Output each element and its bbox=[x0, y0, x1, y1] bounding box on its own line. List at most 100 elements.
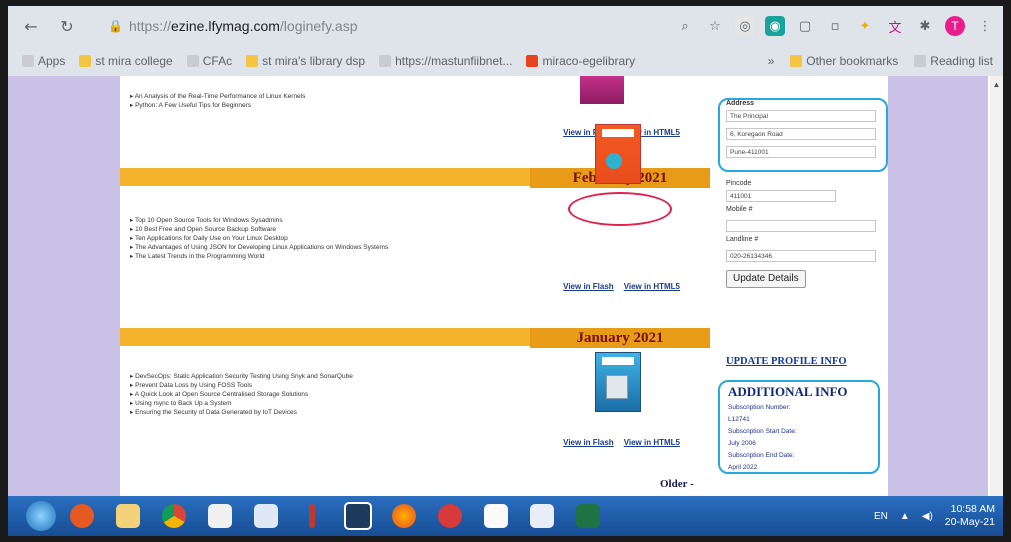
bookmark-label: Apps bbox=[38, 54, 66, 68]
bookmark-item[interactable]: miraco-egelibrary bbox=[526, 54, 635, 68]
volume-icon[interactable]: ◀) bbox=[922, 511, 933, 522]
article-link[interactable]: Ten Applications for Daily Use on Your L… bbox=[130, 234, 388, 243]
view-in-html5-link[interactable]: View in HTML5 bbox=[624, 438, 680, 447]
article-link[interactable]: 10 Best Free and Open Source Backup Soft… bbox=[130, 225, 388, 234]
additional-info-title: ADDITIONAL INFO bbox=[728, 384, 848, 399]
article-link[interactable]: The Latest Trends in the Programming Wor… bbox=[130, 252, 388, 261]
taskbar-app[interactable] bbox=[384, 500, 424, 532]
clock-time: 10:58 AM bbox=[950, 503, 995, 515]
taskbar-app[interactable] bbox=[568, 500, 608, 532]
older-issues-link[interactable]: Older - bbox=[660, 478, 694, 490]
article-link[interactable]: The Advantages of Using JSON for Develop… bbox=[130, 243, 388, 252]
bookmark-item[interactable]: st mira college bbox=[79, 54, 173, 68]
clock[interactable]: 10:58 AM 20-May-21 bbox=[945, 503, 995, 529]
view-in-flash-link[interactable]: View in Flash bbox=[563, 438, 614, 447]
taskbar-app[interactable] bbox=[476, 500, 516, 532]
search-icon[interactable]: ⌕ bbox=[675, 16, 695, 36]
highlight-circle bbox=[568, 192, 672, 226]
paint-icon bbox=[254, 504, 278, 528]
firefox-icon bbox=[392, 504, 416, 528]
star-icon[interactable]: ☆ bbox=[705, 16, 725, 36]
bookmark-label: miraco-egelibrary bbox=[542, 54, 636, 68]
taskbar-app[interactable] bbox=[62, 500, 102, 532]
start-button-icon[interactable] bbox=[26, 501, 56, 531]
scroll-up-arrow-icon[interactable]: ▲ bbox=[990, 80, 1003, 89]
article-list-jan: DevSecOps: Static Application Security T… bbox=[130, 372, 353, 417]
menu-icon[interactable]: ⋮ bbox=[975, 16, 995, 36]
magazine-cover-feb[interactable] bbox=[595, 124, 641, 184]
taskbar-app[interactable] bbox=[338, 500, 378, 532]
taskbar-app[interactable] bbox=[154, 500, 194, 532]
landline-field[interactable]: 020-26134346 bbox=[726, 250, 876, 262]
url-path: /loginefy.asp bbox=[279, 18, 358, 34]
page-scrollbar[interactable]: ▲ bbox=[990, 76, 1003, 496]
view-in-html5-link[interactable]: View in HTML5 bbox=[624, 282, 680, 291]
bookmark-label: st mira college bbox=[95, 54, 173, 68]
office-icon bbox=[70, 504, 94, 528]
video-icon bbox=[208, 504, 232, 528]
taskbar-app[interactable] bbox=[246, 500, 286, 532]
pdf-reader-icon bbox=[484, 504, 508, 528]
extension-icon[interactable]: ◎ bbox=[735, 16, 755, 36]
subscription-number: L12741 bbox=[728, 416, 750, 423]
article-link[interactable]: Python: A Few Useful Tips for Beginners bbox=[130, 101, 305, 110]
folder-icon bbox=[790, 55, 803, 67]
extension-doc-icon[interactable]: ▫ bbox=[825, 16, 845, 36]
address-highlight-box bbox=[718, 98, 888, 172]
pincode-field[interactable]: 411001 bbox=[726, 190, 836, 202]
bookmark-item[interactable]: CFAc bbox=[186, 54, 232, 68]
issue-month-jan: January 2021 bbox=[530, 328, 710, 348]
taskbar-app[interactable] bbox=[108, 500, 148, 532]
page-icon bbox=[379, 55, 392, 67]
reload-icon[interactable]: ↻ bbox=[54, 13, 80, 39]
update-details-button[interactable]: Update Details bbox=[726, 270, 806, 288]
other-bookmarks[interactable]: Other bookmarks bbox=[790, 54, 898, 68]
bookmark-item[interactable]: st mira's library dsp bbox=[246, 54, 365, 68]
article-link[interactable]: Prevent Data Loss by Using FOSS Tools bbox=[130, 381, 353, 390]
tray-expand-icon[interactable]: ▲ bbox=[900, 511, 910, 522]
magazine-cover-jan[interactable] bbox=[595, 352, 641, 412]
extension-bulb-icon[interactable]: ✦ bbox=[855, 16, 875, 36]
article-link[interactable]: Top 10 Open Source Tools for Windows Sys… bbox=[130, 216, 388, 225]
taskbar-app[interactable] bbox=[292, 500, 332, 532]
magazine-cover[interactable] bbox=[580, 76, 624, 104]
toolbar-icons: ⌕ ☆ ◎ ◉ ▢ ▫ ✦ 文 ✱ T ⋮ bbox=[675, 12, 995, 40]
apps-grid-icon bbox=[22, 55, 34, 67]
bookmark-apps[interactable]: Apps bbox=[22, 54, 65, 68]
bookmarks-overflow-button[interactable]: » bbox=[768, 54, 775, 68]
article-link[interactable]: Ensuring the Security of Data Generated … bbox=[130, 408, 353, 417]
article-link[interactable]: Using rsync to Back Up a System bbox=[130, 399, 353, 408]
mobile-field[interactable] bbox=[726, 220, 876, 232]
reading-list[interactable]: Reading list bbox=[914, 54, 993, 68]
bookmark-label: st mira's library dsp bbox=[262, 54, 366, 68]
bookmark-item[interactable]: https://mastunfiibnet... bbox=[379, 54, 512, 68]
article-list-top: An Analysis of the Real-Time Performance… bbox=[130, 92, 306, 110]
cover-disc bbox=[606, 153, 622, 169]
taskbar-app[interactable] bbox=[522, 500, 562, 532]
article-link[interactable]: A Quick Look at Open Source Centralised … bbox=[130, 390, 353, 399]
extension-color-icon[interactable]: ◉ bbox=[765, 16, 785, 36]
extension-square-icon[interactable]: ▢ bbox=[795, 16, 815, 36]
back-arrow-icon[interactable]: ← bbox=[18, 13, 44, 39]
clock-date: 20-May-21 bbox=[944, 516, 995, 528]
chrome-icon bbox=[162, 504, 186, 528]
cover-title bbox=[602, 357, 634, 365]
taskbar-app[interactable] bbox=[430, 500, 470, 532]
language-indicator[interactable]: EN bbox=[874, 511, 888, 522]
translate-icon[interactable]: 文 bbox=[885, 16, 905, 36]
view-in-flash-link[interactable]: View in Flash bbox=[563, 282, 614, 291]
article-link[interactable]: DevSecOps: Static Application Security T… bbox=[130, 372, 353, 381]
article-link[interactable]: An Analysis of the Real-Time Performance… bbox=[130, 92, 306, 101]
landline-label: Landline # bbox=[726, 236, 759, 243]
file-explorer-icon bbox=[116, 504, 140, 528]
update-profile-info-link[interactable]: UPDATE PROFILE INFO bbox=[726, 356, 847, 367]
taskbar-app[interactable] bbox=[200, 500, 240, 532]
chart-app-icon bbox=[530, 504, 554, 528]
profile-avatar[interactable]: T bbox=[945, 16, 965, 36]
address-bar[interactable]: 🔒 https:// ezine.lfymag.com /loginefy.as… bbox=[108, 14, 708, 38]
cover-title bbox=[602, 129, 634, 137]
extensions-puzzle-icon[interactable]: ✱ bbox=[915, 16, 935, 36]
reading-list-icon bbox=[914, 55, 927, 67]
profile-panel: Address The Principal 6, Koregaon Road P… bbox=[710, 76, 888, 496]
folder-icon bbox=[79, 55, 92, 67]
